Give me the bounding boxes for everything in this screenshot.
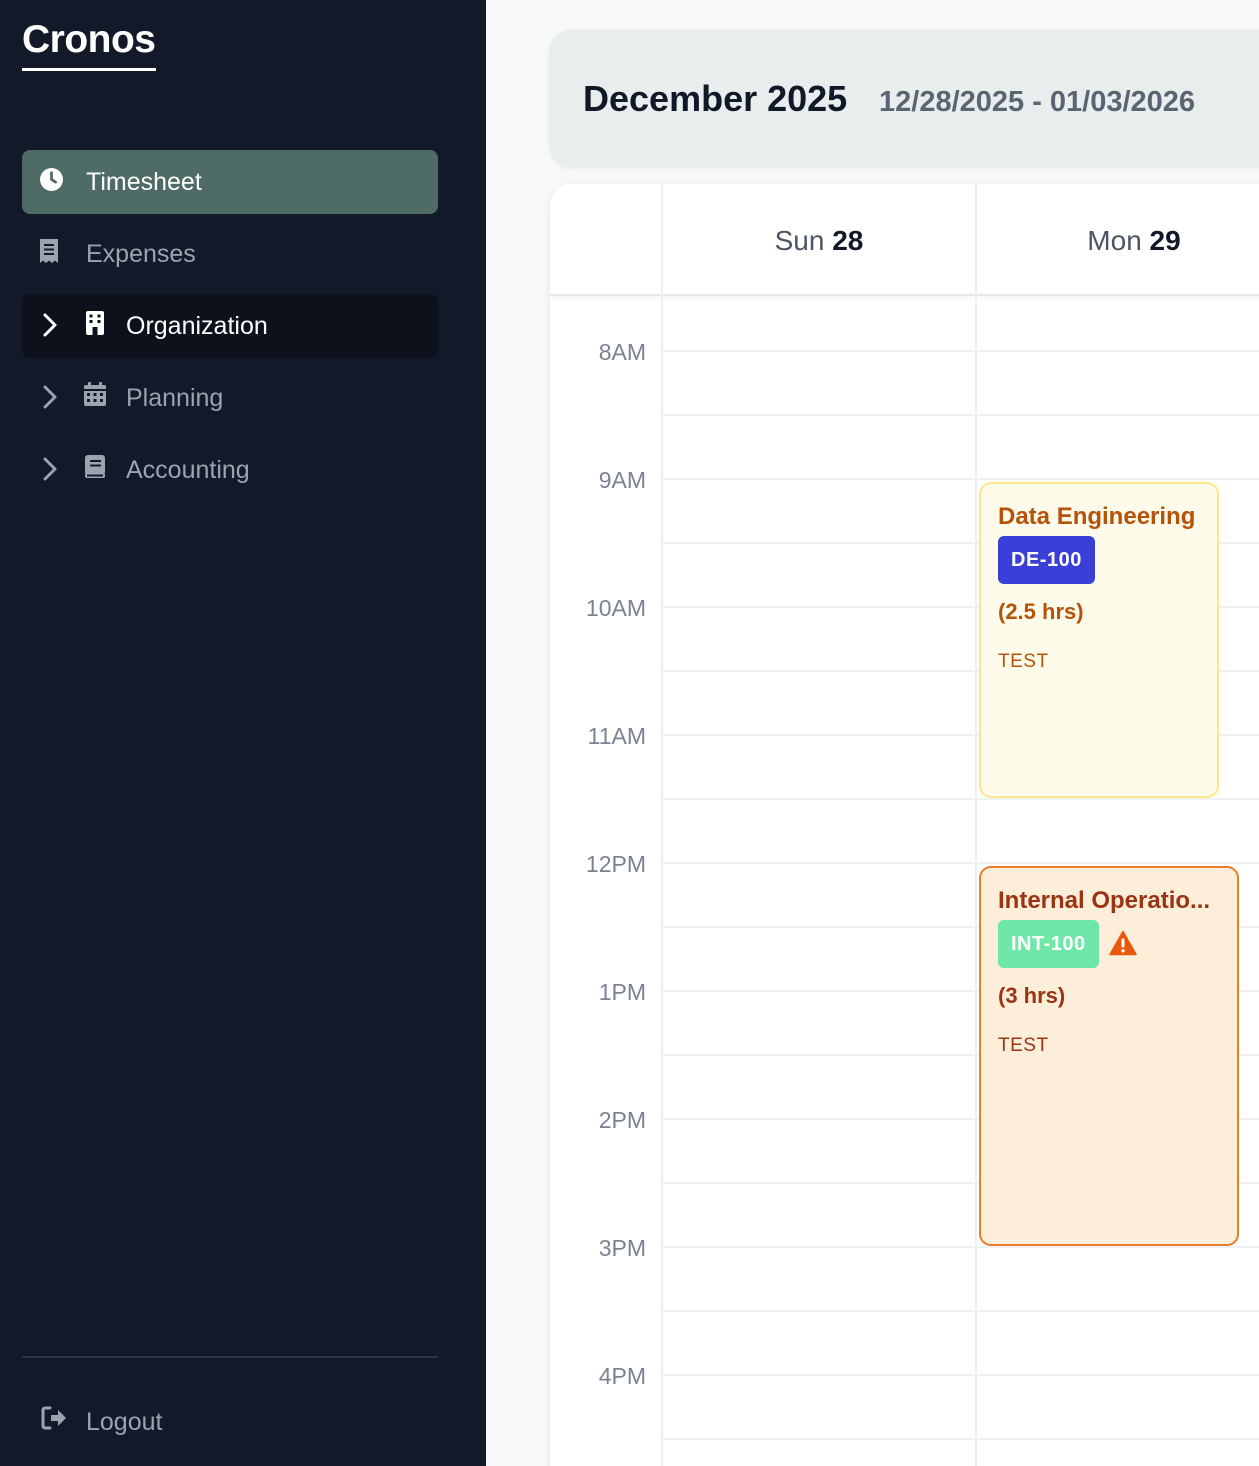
logout-label: Logout bbox=[86, 1408, 163, 1436]
time-label: 4PM bbox=[598, 1363, 646, 1389]
event-note: TEST bbox=[998, 651, 1049, 672]
page-title: December 2025 bbox=[583, 78, 848, 119]
day-name: Mon bbox=[1087, 225, 1142, 256]
calendar-icon bbox=[82, 381, 108, 407]
hour-line bbox=[663, 862, 1259, 864]
chevron-right-icon[interactable] bbox=[40, 312, 62, 338]
sidebar-item-label: Planning bbox=[126, 384, 224, 412]
time-label: 10AM bbox=[585, 595, 646, 621]
time-label: 9AM bbox=[598, 467, 646, 493]
time-label: 3PM bbox=[598, 1235, 646, 1261]
time-label: 1PM bbox=[598, 979, 646, 1005]
sidebar-item-label: Organization bbox=[126, 312, 268, 340]
receipt-icon bbox=[36, 238, 62, 264]
project-code-badge: DE-100 bbox=[998, 536, 1095, 584]
event-title: Internal Operatio... bbox=[998, 887, 1211, 914]
warning-icon[interactable] bbox=[1109, 930, 1137, 956]
sidebar-item-planning[interactable]: Planning bbox=[22, 366, 438, 430]
time-label: 12PM bbox=[585, 851, 646, 877]
day-header-sun[interactable]: Sun 28 bbox=[662, 224, 976, 258]
half-hour-line bbox=[663, 1310, 1259, 1312]
logout-icon bbox=[40, 1405, 68, 1433]
sidebar-divider bbox=[22, 1356, 438, 1358]
hour-line bbox=[663, 350, 1259, 352]
column-divider bbox=[661, 184, 663, 1466]
sidebar-item-expenses[interactable]: Expenses bbox=[22, 222, 438, 286]
day-header-mon[interactable]: Mon 29 bbox=[977, 224, 1259, 258]
event-note: TEST bbox=[998, 1035, 1049, 1056]
half-hour-line bbox=[663, 1438, 1259, 1440]
event-duration: (3 hrs) bbox=[998, 983, 1066, 1008]
sidebar: Cronos Timesheet Expenses Organization P… bbox=[0, 0, 486, 1466]
sidebar-item-accounting[interactable]: Accounting bbox=[22, 438, 438, 502]
hour-line bbox=[663, 478, 1259, 480]
hour-line bbox=[663, 1374, 1259, 1376]
event-card[interactable]: Internal Operatio... INT-100 (3 hrs) TES… bbox=[979, 866, 1239, 1246]
time-label: 8AM bbox=[598, 339, 646, 365]
sidebar-item-label: Accounting bbox=[126, 456, 250, 484]
day-name: Sun bbox=[774, 225, 825, 256]
sidebar-item-timesheet[interactable]: Timesheet bbox=[22, 150, 438, 214]
logout-button[interactable]: Logout bbox=[22, 1395, 322, 1445]
building-icon bbox=[82, 310, 108, 336]
project-code-badge: INT-100 bbox=[998, 920, 1099, 968]
event-title: Data Engineering bbox=[998, 503, 1196, 530]
sidebar-item-organization[interactable]: Organization bbox=[22, 294, 438, 358]
half-hour-line bbox=[663, 414, 1259, 416]
date-range: 12/28/2025 - 01/03/2026 bbox=[879, 86, 1196, 118]
hour-line bbox=[663, 1246, 1259, 1248]
day-number: 29 bbox=[1149, 225, 1181, 256]
column-divider bbox=[975, 184, 977, 1466]
chevron-right-icon[interactable] bbox=[40, 456, 62, 482]
half-hour-line bbox=[663, 798, 1259, 800]
sidebar-item-label: Expenses bbox=[86, 240, 196, 268]
day-number: 28 bbox=[832, 225, 864, 256]
time-label: 11AM bbox=[587, 723, 646, 749]
calendar-day-header: Sun 28 Mon 29 bbox=[550, 184, 1259, 296]
sidebar-item-label: Timesheet bbox=[86, 168, 202, 196]
clock-icon bbox=[38, 166, 64, 192]
book-icon bbox=[82, 454, 108, 480]
event-card[interactable]: Data Engineering DE-100 (2.5 hrs) TEST bbox=[979, 482, 1219, 798]
event-duration: (2.5 hrs) bbox=[998, 599, 1084, 624]
week-calendar: Sun 28 Mon 29 8AM 9AM 10AM 11AM 12PM 1PM… bbox=[550, 184, 1259, 1466]
app-logo[interactable]: Cronos bbox=[22, 18, 156, 71]
calendar-header: December 2025 12/28/2025 - 01/03/2026 bbox=[550, 30, 1259, 166]
chevron-right-icon[interactable] bbox=[40, 384, 62, 410]
time-label: 2PM bbox=[598, 1107, 646, 1133]
